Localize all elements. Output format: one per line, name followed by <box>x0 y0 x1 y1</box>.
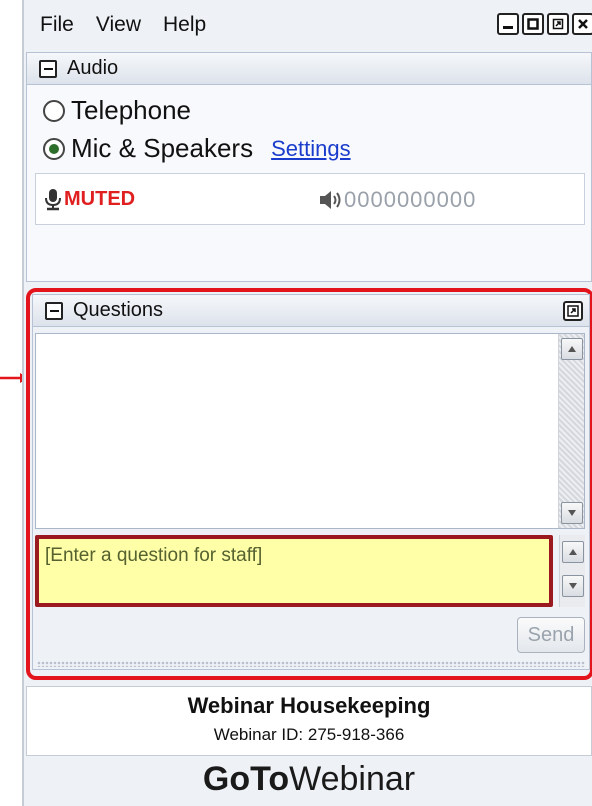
questions-panel-header: Questions <box>33 295 589 327</box>
telephone-option[interactable]: Telephone <box>43 95 191 126</box>
question-input-area <box>35 535 585 607</box>
question-input-highlight <box>35 535 553 607</box>
left-edge <box>0 0 22 806</box>
questions-panel-title: Questions <box>73 299 164 321</box>
minimize-icon[interactable] <box>497 13 519 35</box>
telephone-label: Telephone <box>71 95 191 125</box>
scroll-up-icon[interactable] <box>561 338 583 360</box>
mic-speakers-radio[interactable] <box>43 137 65 160</box>
audio-meter-box: MUTED 0000000000 <box>35 173 585 225</box>
audio-settings-link[interactable]: Settings <box>271 136 351 162</box>
mic-speakers-label: Mic & Speakers <box>71 133 254 163</box>
audio-panel: Audio Telephone Mic & Speakers Settings … <box>26 52 592 282</box>
window-controls <box>497 13 592 35</box>
menu-file[interactable]: File <box>40 13 74 37</box>
webinar-info: Webinar Housekeeping Webinar ID: 275-918… <box>26 686 592 756</box>
gotowebinar-control-panel: File View Help Audio Telephone Mic & Spe… <box>22 0 592 806</box>
speaker-levels: 0000000000 <box>344 187 477 212</box>
microphone-icon <box>45 189 61 211</box>
speaker-icon <box>320 191 341 209</box>
questions-log-scrollbar[interactable] <box>558 334 584 528</box>
close-icon[interactable] <box>572 13 592 35</box>
popout-icon[interactable] <box>563 301 583 321</box>
audio-panel-title: Audio <box>67 57 119 79</box>
speaker-level-meter: 0000000000 <box>318 187 476 213</box>
question-input-scrollbar[interactable] <box>559 535 585 607</box>
scroll-down-icon[interactable] <box>561 502 583 524</box>
audio-panel-header: Audio <box>27 53 591 85</box>
muted-label: MUTED <box>64 187 136 210</box>
mic-speakers-option[interactable]: Mic & Speakers Settings <box>43 133 351 164</box>
collapse-questions-button[interactable] <box>45 301 63 320</box>
brand-bold: GoTo <box>202 760 290 798</box>
mic-status[interactable]: MUTED <box>42 187 135 211</box>
gotowebinar-logo: GoToWebinar <box>24 760 592 806</box>
question-input[interactable] <box>43 543 553 607</box>
menu-view[interactable]: View <box>96 13 141 37</box>
restore-icon[interactable] <box>547 13 569 35</box>
brand-light: Webinar <box>289 760 416 798</box>
webinar-id: Webinar ID: 275-918-366 <box>213 725 405 744</box>
telephone-radio[interactable] <box>43 99 65 122</box>
collapse-audio-button[interactable] <box>39 59 57 78</box>
menu-bar: File View Help <box>24 0 592 50</box>
resize-grip[interactable] <box>37 661 585 667</box>
input-scroll-down-icon[interactable] <box>562 575 584 597</box>
questions-log <box>35 333 585 529</box>
webinar-title: Webinar Housekeeping <box>187 693 431 718</box>
send-button[interactable]: Send <box>517 617 585 653</box>
menu-help[interactable]: Help <box>163 13 206 37</box>
input-scroll-up-icon[interactable] <box>562 541 584 563</box>
questions-panel: Questions [Enter a question for staff] S… <box>32 294 590 670</box>
maximize-icon[interactable] <box>522 13 544 35</box>
